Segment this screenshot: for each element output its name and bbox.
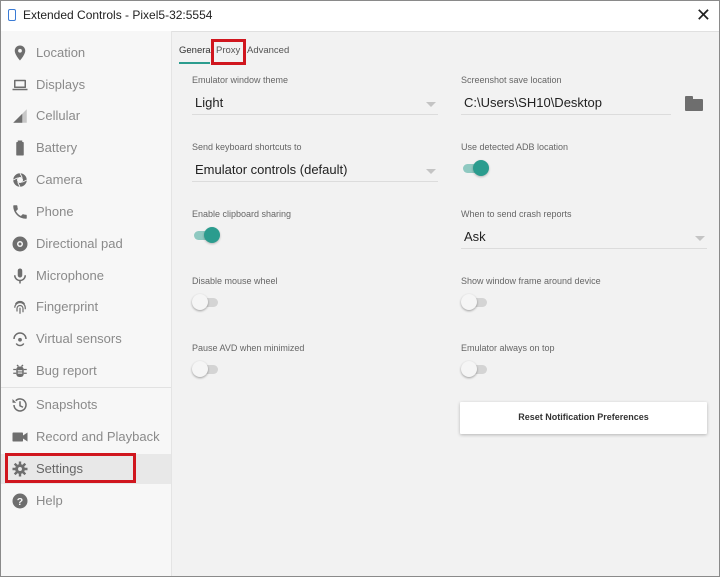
keyboard-shortcuts-dropdown[interactable]: Emulator controls (default) [192, 159, 438, 182]
sidebar-item-label: Help [36, 493, 63, 508]
video-camera-icon [12, 432, 28, 442]
proxy-tab-highlight-box [211, 39, 246, 65]
sidebar-item-location[interactable]: Location [1, 38, 171, 68]
sidebar-item-battery[interactable]: Battery [1, 133, 171, 163]
tab-advanced[interactable]: Advanced [247, 45, 289, 56]
sidebar-item-label: Displays [36, 77, 86, 92]
toggle-knob [461, 361, 477, 377]
screenshot-location-label: Screenshot save location [461, 75, 562, 85]
sidebar-item-camera[interactable]: Camera [1, 165, 171, 195]
settings-item-highlight-box [5, 453, 136, 483]
extended-controls-window: Extended Controls - Pixel5-32:5554 ✕ Loc… [0, 0, 720, 577]
toggle-knob [461, 294, 477, 310]
history-icon [12, 398, 27, 412]
sidebar-item-virtual-sensors[interactable]: Virtual sensors [1, 324, 171, 354]
toggle-knob [473, 160, 489, 176]
theme-label: Emulator window theme [192, 75, 289, 85]
clipboard-sharing-toggle[interactable] [192, 226, 220, 244]
camera-icon [13, 173, 27, 187]
sidebar: Location Displays Cellular Battery Camer… [1, 31, 172, 576]
sidebar-item-label: Microphone [36, 268, 104, 283]
sidebar-item-label: Record and Playback [36, 429, 160, 444]
reset-button-label: Reset Notification Preferences [518, 412, 649, 422]
dropdown-arrow-icon [426, 169, 436, 174]
svg-text:?: ? [17, 496, 23, 508]
laptop-icon [12, 79, 28, 91]
sidebar-item-label: Bug report [36, 363, 97, 378]
signal-icon [13, 109, 27, 123]
screenshot-location-value: C:\Users\SH10\Desktop [464, 95, 602, 110]
sidebar-item-snapshots[interactable]: Snapshots [1, 390, 171, 420]
crash-reports-value: Ask [464, 229, 486, 244]
virtual-sensors-icon [13, 332, 27, 347]
reset-notification-preferences-button[interactable]: Reset Notification Preferences [460, 402, 707, 434]
always-on-top-label: Emulator always on top [461, 343, 555, 353]
sidebar-divider [1, 387, 171, 388]
sidebar-item-label: Snapshots [36, 397, 98, 412]
title-bar: Extended Controls - Pixel5-32:5554 ✕ [1, 1, 719, 32]
settings-panel: General Proxy Advanced Emulator window t… [172, 31, 719, 576]
phone-icon [13, 205, 27, 219]
dropdown-arrow-icon [695, 236, 705, 241]
sidebar-item-directional-pad[interactable]: Directional pad [1, 229, 171, 259]
microphone-icon [14, 268, 26, 284]
sidebar-item-help[interactable]: ? Help [1, 486, 171, 516]
keyboard-shortcuts-value: Emulator controls (default) [195, 162, 348, 177]
sidebar-item-label: Fingerprint [36, 299, 99, 314]
toggle-knob [192, 294, 208, 310]
toggle-knob [192, 361, 208, 377]
fingerprint-icon [14, 300, 26, 314]
sidebar-item-label: Phone [36, 204, 74, 219]
window-frame-label: Show window frame around device [461, 276, 601, 286]
sidebar-item-microphone[interactable]: Microphone [1, 261, 171, 291]
theme-value: Light [195, 95, 224, 110]
pause-avd-toggle[interactable] [192, 360, 220, 378]
dpad-icon [12, 236, 28, 252]
folder-icon[interactable] [685, 96, 703, 111]
mouse-wheel-toggle[interactable] [192, 293, 220, 311]
crash-reports-dropdown[interactable]: Ask [461, 226, 707, 249]
sidebar-item-record-and-playback[interactable]: Record and Playback [1, 422, 171, 452]
clipboard-sharing-label: Enable clipboard sharing [192, 209, 292, 219]
help-icon: ? [12, 493, 28, 509]
sidebar-item-displays[interactable]: Displays [1, 70, 171, 100]
location-pin-icon [14, 45, 26, 61]
close-icon[interactable]: ✕ [696, 4, 711, 26]
sidebar-item-label: Battery [36, 140, 78, 155]
sidebar-item-fingerprint[interactable]: Fingerprint [1, 292, 171, 322]
sidebar-item-label: Location [36, 45, 86, 60]
toggle-knob [204, 227, 220, 243]
sidebar-item-label: Directional pad [36, 236, 123, 251]
mouse-wheel-label: Disable mouse wheel [192, 276, 278, 286]
sidebar-item-bug-report[interactable]: Bug report [1, 356, 171, 386]
battery-icon [16, 140, 24, 156]
emulator-app-icon [8, 9, 16, 21]
always-on-top-toggle[interactable] [461, 360, 489, 378]
tab-general[interactable]: General [179, 45, 213, 56]
screenshot-location-field[interactable]: C:\Users\SH10\Desktop [461, 92, 671, 115]
keyboard-shortcuts-label: Send keyboard shortcuts to [192, 142, 302, 152]
adb-location-toggle[interactable] [461, 159, 489, 177]
crash-reports-label: When to send crash reports [461, 209, 572, 219]
sidebar-item-phone[interactable]: Phone [1, 197, 171, 227]
window-title: Extended Controls - Pixel5-32:5554 [23, 8, 213, 22]
pause-avd-label: Pause AVD when minimized [192, 343, 305, 353]
bug-icon [13, 364, 27, 377]
sidebar-item-label: Camera [36, 172, 83, 187]
adb-location-label: Use detected ADB location [461, 142, 569, 152]
sidebar-item-label: Cellular [36, 108, 81, 123]
sidebar-item-cellular[interactable]: Cellular [1, 101, 171, 131]
window-frame-toggle[interactable] [461, 293, 489, 311]
sidebar-item-label: Virtual sensors [36, 331, 122, 346]
dropdown-arrow-icon [426, 102, 436, 107]
theme-dropdown[interactable]: Light [192, 92, 438, 115]
active-tab-indicator [179, 62, 210, 64]
